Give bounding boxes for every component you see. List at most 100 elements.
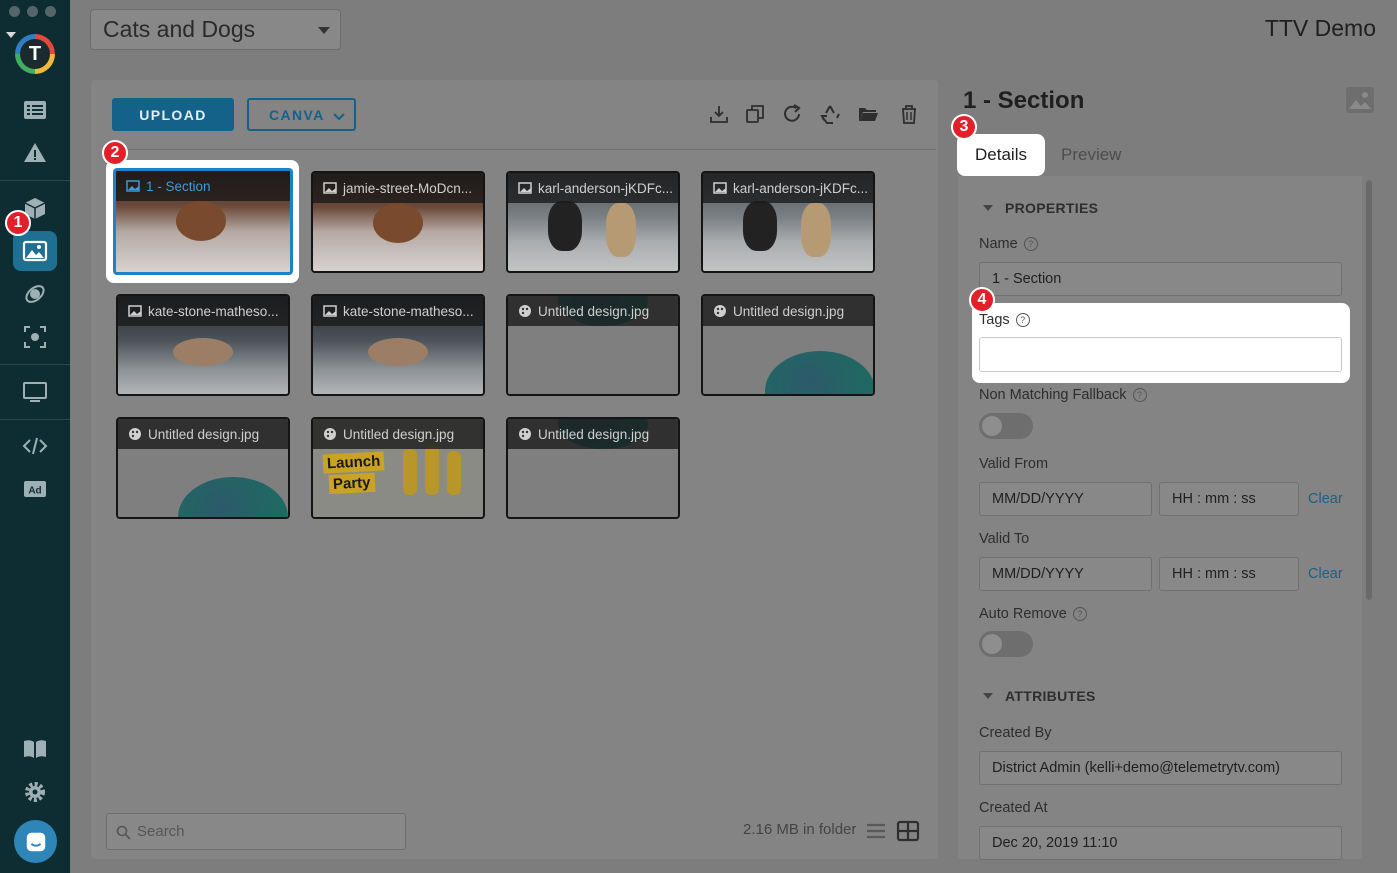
tab-preview[interactable]: Preview xyxy=(1061,145,1121,165)
app-title: TTV Demo xyxy=(1264,15,1376,41)
nav-ad-icon[interactable]: Ad xyxy=(13,469,57,509)
image-icon xyxy=(128,305,142,317)
fallback-label: Non Matching Fallback ? xyxy=(979,387,1147,403)
help-icon[interactable]: ? xyxy=(1023,237,1038,251)
details-title: 1 - Section xyxy=(963,87,1085,114)
palette-icon xyxy=(519,305,531,317)
nav-book-icon[interactable] xyxy=(13,729,57,769)
search-input[interactable]: Search xyxy=(106,813,406,850)
palette-icon xyxy=(129,428,141,440)
name-label: Name ? xyxy=(979,236,1038,252)
created-at-field: Dec 20, 2019 11:10 xyxy=(979,826,1342,860)
sidebar-divider xyxy=(0,180,70,181)
tags-input[interactable] xyxy=(979,337,1342,372)
toolbar-divider xyxy=(107,149,936,150)
auto-remove-toggle[interactable] xyxy=(979,631,1033,657)
search-placeholder: Search xyxy=(137,823,185,840)
party-text-line2: Party xyxy=(328,472,375,495)
fallback-toggle[interactable] xyxy=(979,413,1033,439)
thumbnail-caption: kate-stone-matheso... xyxy=(313,296,483,326)
svg-text:Ad: Ad xyxy=(28,486,41,497)
chevron-down-icon xyxy=(318,27,330,34)
recycle-icon[interactable] xyxy=(819,103,841,125)
nav-code-icon[interactable] xyxy=(13,426,57,466)
name-field[interactable]: 1 - Section xyxy=(979,262,1342,296)
download-icon[interactable] xyxy=(708,103,730,125)
account-caret-icon[interactable] xyxy=(6,32,16,38)
nav-playlist-icon[interactable] xyxy=(13,90,57,130)
details-scrollbar[interactable] xyxy=(1366,180,1372,600)
image-icon xyxy=(126,180,140,192)
left-sidebar: T Ad xyxy=(0,0,70,873)
media-thumbnail[interactable]: Untitled design.jpg xyxy=(506,417,680,519)
logo-letter: T xyxy=(20,39,50,69)
thumbnail-caption: 1 - Section xyxy=(116,171,290,201)
trash-icon[interactable] xyxy=(898,103,920,125)
nav-capture-icon[interactable] xyxy=(13,317,57,357)
help-chat-icon[interactable] xyxy=(14,820,57,863)
maximize-window-button[interactable] xyxy=(45,6,56,17)
move-folder-icon[interactable] xyxy=(857,103,879,125)
attributes-section-toggle[interactable]: ATTRIBUTES xyxy=(983,688,1096,704)
valid-to-time-input[interactable]: HH : mm : ss xyxy=(1159,557,1299,591)
help-icon[interactable]: ? xyxy=(1015,313,1030,327)
nav-gear-icon[interactable] xyxy=(13,772,57,812)
valid-to-label: Valid To xyxy=(979,531,1030,547)
media-thumbnail[interactable]: Launch Party Untitled design.jpg xyxy=(311,417,485,519)
folder-select[interactable]: Cats and Dogs xyxy=(90,9,341,50)
created-by-label: Created By xyxy=(979,725,1052,741)
help-icon[interactable]: ? xyxy=(1132,388,1147,402)
media-thumbnail[interactable]: kate-stone-matheso... xyxy=(116,294,290,396)
created-by-field: District Admin (kelli+demo@telemetrytv.c… xyxy=(979,751,1342,785)
thumbnail-caption: kate-stone-matheso... xyxy=(118,296,288,326)
canva-button[interactable]: CANVA xyxy=(247,98,356,131)
chevron-down-icon xyxy=(333,113,345,121)
media-thumbnail[interactable]: 1 - Section xyxy=(113,168,293,275)
upload-button[interactable]: UPLOAD xyxy=(112,98,234,131)
folder-size: 2.16 MB in folder xyxy=(743,821,857,838)
properties-section-toggle[interactable]: PROPERTIES xyxy=(983,200,1098,216)
nav-media-icon[interactable] xyxy=(13,231,57,271)
thumbnail-caption: Untitled design.jpg xyxy=(313,419,483,449)
thumbnail-caption: jamie-street-MoDcn... xyxy=(313,173,483,203)
valid-from-date-input[interactable]: MM/DD/YYYY xyxy=(979,482,1152,516)
help-icon[interactable]: ? xyxy=(1072,607,1087,621)
window-controls xyxy=(9,6,56,17)
party-text-line1: Launch xyxy=(322,451,385,474)
media-thumbnail[interactable]: Untitled design.jpg xyxy=(116,417,290,519)
tab-details[interactable]: Details xyxy=(957,134,1045,176)
tags-label: Tags ? xyxy=(979,312,1030,328)
sidebar-divider xyxy=(0,419,70,420)
image-preview-icon xyxy=(1346,87,1374,113)
grid-view-icon[interactable] xyxy=(896,820,920,842)
minimize-window-button[interactable] xyxy=(27,6,38,17)
refresh-icon[interactable] xyxy=(781,103,803,125)
valid-to-clear-link[interactable]: Clear xyxy=(1308,566,1343,582)
nav-satellite-icon[interactable] xyxy=(13,274,57,314)
media-thumbnail[interactable]: kate-stone-matheso... xyxy=(311,294,485,396)
step-marker-2: 2 xyxy=(102,140,128,166)
step-marker-3: 3 xyxy=(951,114,977,140)
image-icon xyxy=(323,305,337,317)
list-view-icon[interactable] xyxy=(864,820,888,842)
step-marker-4: 4 xyxy=(969,287,995,313)
media-thumbnail[interactable]: jamie-street-MoDcn... xyxy=(311,171,485,273)
valid-from-clear-link[interactable]: Clear xyxy=(1308,491,1343,507)
canva-button-label: CANVA xyxy=(269,106,325,123)
close-window-button[interactable] xyxy=(9,6,20,17)
nav-alert-icon[interactable] xyxy=(13,133,57,173)
media-thumbnail[interactable]: karl-anderson-jKDFc... xyxy=(701,171,875,273)
media-thumbnail[interactable]: Untitled design.jpg xyxy=(506,294,680,396)
thumbnail-caption: Untitled design.jpg xyxy=(703,296,873,326)
nav-monitor-icon[interactable] xyxy=(13,372,57,412)
duplicate-icon[interactable] xyxy=(744,103,766,125)
app-logo[interactable]: T xyxy=(15,34,55,74)
thumbnail-caption: Untitled design.jpg xyxy=(118,419,288,449)
valid-from-time-input[interactable]: HH : mm : ss xyxy=(1159,482,1299,516)
sidebar-divider xyxy=(0,364,70,365)
valid-to-date-input[interactable]: MM/DD/YYYY xyxy=(979,557,1152,591)
media-thumbnail[interactable]: karl-anderson-jKDFc... xyxy=(506,171,680,273)
media-thumbnail[interactable]: Untitled design.jpg xyxy=(701,294,875,396)
step-marker-1: 1 xyxy=(5,210,31,236)
folder-select-value: Cats and Dogs xyxy=(103,16,256,42)
